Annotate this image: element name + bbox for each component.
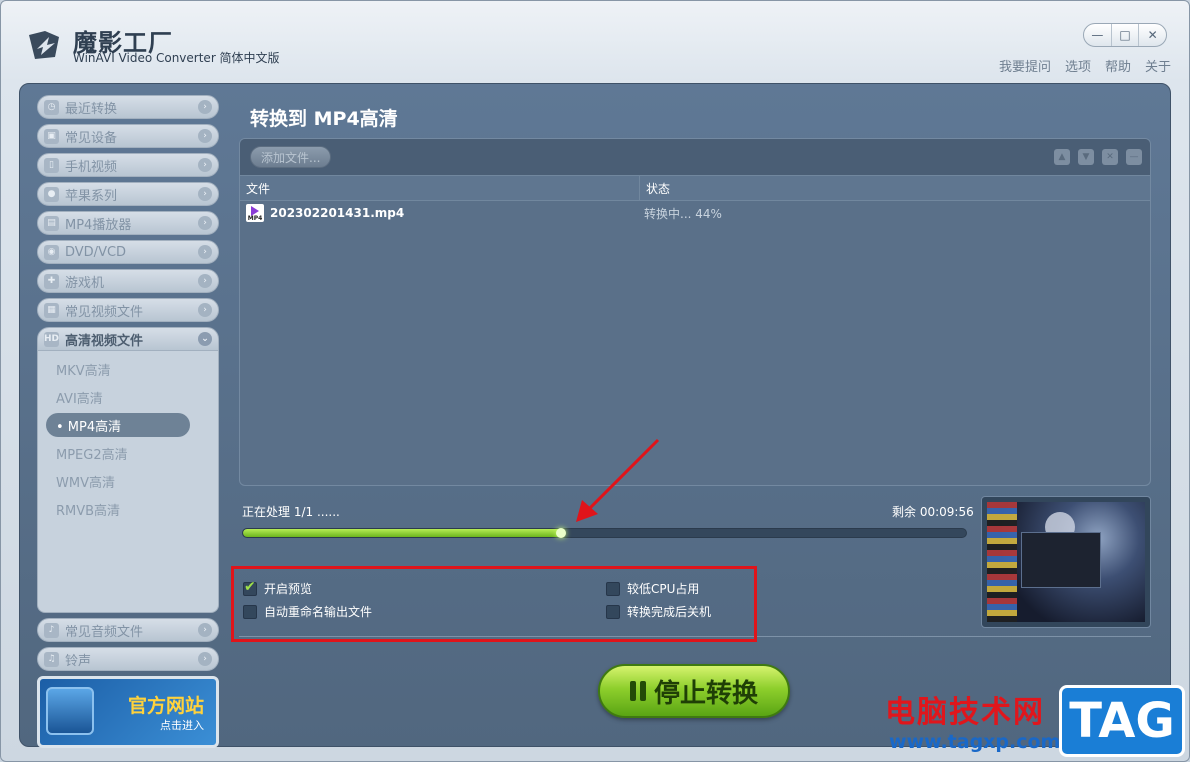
sidebar-item-phone[interactable]: ▯ 手机视频 ›: [37, 153, 219, 177]
mp4-file-icon: MP4: [246, 204, 264, 222]
sidebar-item-devices[interactable]: ▣ 常见设备 ›: [37, 124, 219, 148]
add-file-button[interactable]: 添加文件...: [250, 146, 332, 168]
sidebar-item-label: MP4播放器: [65, 217, 132, 233]
device-icon: ▣: [44, 128, 59, 144]
sidebar-item-label: 铃声: [65, 653, 92, 669]
watermark-tag-logo: TAG: [1059, 685, 1185, 757]
app-subtitle: WinAVI Video Converter 简体中文版: [73, 51, 280, 65]
table-header: 文件 状态: [240, 175, 1150, 201]
minimize-button[interactable]: —: [1084, 24, 1112, 46]
chevron-right-icon: ›: [198, 274, 212, 288]
chevron-right-icon: ›: [198, 100, 212, 114]
app-window: 魔影工厂 WinAVI Video Converter 简体中文版 — □ ✕ …: [0, 0, 1190, 762]
sidebar-sub-avi[interactable]: AVI高清: [46, 385, 190, 409]
close-button[interactable]: ✕: [1139, 24, 1166, 46]
menu-ask[interactable]: 我要提问: [999, 56, 1051, 75]
chevron-right-icon: ›: [198, 623, 212, 637]
sidebar-item-label: 常见设备: [65, 130, 118, 146]
processing-label: 正在处理 1/1 ......: [242, 505, 340, 519]
window-controls: — □ ✕: [1083, 23, 1167, 47]
sidebar-sub-rmvb[interactable]: RMVB高清: [46, 497, 190, 521]
sidebar-item-label: 常见音频文件: [65, 624, 144, 640]
page-title: 转换到 MP4高清: [250, 108, 398, 130]
sidebar-sub-mkv[interactable]: MKV高清: [46, 357, 190, 381]
sidebar-item-dvd[interactable]: ◉ DVD/VCD ›: [37, 240, 219, 264]
video-file-icon: ▦: [44, 302, 59, 318]
progress-knob: [556, 528, 566, 538]
sidebar-item-label: 游戏机: [65, 275, 105, 291]
gamepad-icon: ✚: [44, 273, 59, 289]
file-list-panel: 添加文件... ▲ ▼ ✕ — 文件 状态 MP4 202302201431.m…: [239, 138, 1151, 486]
pause-icon: [629, 681, 646, 701]
music-icon: ♪: [44, 622, 59, 638]
sidebar-item-recent[interactable]: ◷ 最近转换 ›: [37, 95, 219, 119]
sidebar-item-label: 苹果系列: [65, 188, 118, 204]
chevron-right-icon: ›: [198, 158, 212, 172]
file-name: 202302201431.mp4: [270, 206, 405, 220]
chevron-right-icon: ›: [198, 303, 212, 317]
sidebar-item-ringtone[interactable]: ♫ 铃声 ›: [37, 647, 219, 671]
official-site-banner[interactable]: 官方网站 点击进入: [37, 676, 219, 748]
move-up-icon[interactable]: ▲: [1054, 149, 1070, 165]
promo-title: 官方网站: [127, 695, 204, 717]
sidebar-sub-mp4[interactable]: • MP4高清: [46, 413, 190, 437]
chevron-right-icon: ›: [198, 129, 212, 143]
menu-about[interactable]: 关于: [1145, 56, 1171, 75]
watermark-text: 电脑技术网: [885, 695, 1045, 730]
sidebar-item-label: 最近转换: [65, 101, 118, 117]
sidebar-item-audio[interactable]: ♪ 常见音频文件 ›: [37, 618, 219, 642]
chevron-right-icon: ›: [198, 187, 212, 201]
clock-icon: ◷: [44, 99, 59, 115]
mp4-player-icon: ▤: [44, 215, 59, 231]
file-status: 转换中... 44%: [644, 206, 722, 221]
apple-icon: ●: [44, 186, 59, 202]
chevron-right-icon: ›: [198, 216, 212, 230]
progress-bar: [242, 528, 967, 538]
remaining-time: 剩余 00:09:56: [892, 505, 974, 519]
annotation-arrow-icon: [576, 438, 660, 522]
disc-icon: ◉: [44, 244, 59, 260]
clear-icon[interactable]: —: [1126, 149, 1142, 165]
sidebar-item-label: 手机视频: [65, 159, 118, 175]
table-row[interactable]: MP4 202302201431.mp4 转换中... 44%: [240, 201, 1150, 225]
sidebar-item-label: DVD/VCD: [65, 244, 127, 260]
column-status[interactable]: 状态: [640, 176, 670, 200]
sidebar-item-apple[interactable]: ● 苹果系列 ›: [37, 182, 219, 206]
watermark-url: www.tagxp.com: [889, 731, 1061, 753]
menu-help[interactable]: 帮助: [1105, 56, 1131, 75]
move-down-icon[interactable]: ▼: [1078, 149, 1094, 165]
menu-options[interactable]: 选项: [1065, 56, 1091, 75]
sidebar-item-mp4-player[interactable]: ▤ MP4播放器 ›: [37, 211, 219, 235]
promo-subtitle: 点击进入: [160, 719, 204, 732]
top-menu: 我要提问 选项 帮助 关于: [999, 56, 1171, 75]
main-panel: ◷ 最近转换 › ▣ 常见设备 › ▯ 手机视频 › ● 苹果系列 › ▤ MP4播放器 › ◉ DV…: [19, 83, 1171, 748]
sidebar-item-video-files[interactable]: ▦ 常见视频文件 ›: [37, 298, 219, 322]
toolbar-icons: ▲ ▼ ✕ —: [1054, 149, 1142, 165]
app-logo-icon: [29, 31, 59, 59]
column-file[interactable]: 文件: [240, 176, 640, 200]
file-name-cell: MP4 202302201431.mp4: [240, 201, 640, 225]
chevron-right-icon: ›: [198, 245, 212, 259]
sidebar-item-label: 常见视频文件: [65, 304, 144, 320]
sidebar-sub-wmv[interactable]: WMV高清: [46, 469, 190, 493]
sidebar-item-hd-video[interactable]: HD 高清视频文件 ⌄: [37, 327, 219, 351]
progress-fill: [243, 529, 562, 537]
sidebar-item-game[interactable]: ✚ 游戏机 ›: [37, 269, 219, 293]
maximize-button[interactable]: □: [1112, 24, 1140, 46]
chevron-down-icon: ⌄: [198, 332, 212, 346]
sidebar: ◷ 最近转换 › ▣ 常见设备 › ▯ 手机视频 › ● 苹果系列 › ▤ MP4播放器 › ◉ DV…: [37, 95, 219, 748]
site-logo-icon: [46, 687, 94, 735]
hd-icon: HD: [44, 331, 59, 347]
sidebar-item-label: 高清视频文件: [65, 333, 144, 349]
file-toolbar: 添加文件... ▲ ▼ ✕ —: [240, 139, 1150, 175]
bell-icon: ♫: [44, 651, 59, 667]
remove-icon[interactable]: ✕: [1102, 149, 1118, 165]
sidebar-sub-mpeg2[interactable]: MPEG2高清: [46, 441, 190, 465]
phone-icon: ▯: [44, 157, 59, 173]
annotation-highlight-box: [231, 566, 757, 642]
stop-button-label: 停止转换: [653, 678, 758, 709]
stop-convert-button[interactable]: 停止转换: [598, 664, 790, 718]
chevron-right-icon: ›: [198, 652, 212, 666]
sidebar-subpanel: MKV高清 AVI高清 • MP4高清 MPEG2高清 WMV高清 RMVB高清: [37, 351, 219, 613]
